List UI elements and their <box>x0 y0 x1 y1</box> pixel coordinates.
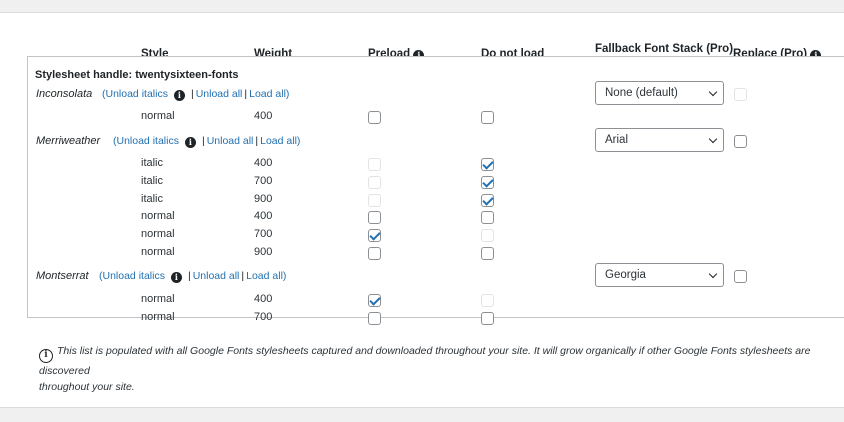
preload-checkbox <box>368 176 381 189</box>
separator: | <box>244 88 248 100</box>
preload-checkbox[interactable] <box>368 247 381 260</box>
unload-all-link[interactable]: Unload all <box>193 270 240 282</box>
replace-checkbox <box>734 88 747 101</box>
unload-all-link[interactable]: Unload all <box>207 135 254 147</box>
info-icon[interactable]: i <box>170 272 182 283</box>
preload-checkbox[interactable] <box>368 312 381 325</box>
separator: | <box>241 270 245 282</box>
note-line-1: This list is populated with all Google F… <box>39 345 811 377</box>
preload-checkbox <box>368 158 381 171</box>
do-not-load-checkbox <box>481 229 494 242</box>
stylesheet-handle: Stylesheet handle: twentysixteen-fonts <box>35 69 239 81</box>
do-not-load-checkbox[interactable] <box>481 194 494 207</box>
variant-weight: 700 <box>254 311 273 323</box>
separator: | <box>190 88 194 100</box>
chevron-down-icon <box>708 87 718 97</box>
variant-style: normal <box>141 228 175 240</box>
preload-checkbox[interactable] <box>368 211 381 224</box>
fallback-font-value: None (default) <box>605 87 678 99</box>
do-not-load-checkbox <box>481 294 494 307</box>
fallback-font-select[interactable]: Georgia <box>595 263 724 287</box>
replace-checkbox[interactable] <box>734 135 747 148</box>
font-family-name: Montserrat <box>36 270 89 282</box>
preload-checkbox[interactable] <box>368 229 381 242</box>
variant-style: normal <box>141 210 175 222</box>
unload-italics-link[interactable]: (Unload italics <box>113 135 179 147</box>
variant-weight: 900 <box>254 246 273 258</box>
variant-weight: 400 <box>254 210 273 222</box>
font-actions: (Unload italics i | Unload all | Load all) <box>102 88 289 101</box>
variant-style: normal <box>141 311 175 323</box>
do-not-load-checkbox[interactable] <box>481 211 494 224</box>
load-all-link[interactable]: Load all) <box>260 135 300 147</box>
preload-checkbox <box>368 194 381 207</box>
fallback-font-select[interactable]: None (default) <box>595 81 724 105</box>
variant-weight: 400 <box>254 157 273 169</box>
info-note: i This list is populated with all Google … <box>39 343 839 395</box>
do-not-load-checkbox[interactable] <box>481 247 494 260</box>
variant-weight: 400 <box>254 110 273 122</box>
variant-weight: 700 <box>254 228 273 240</box>
note-line-2: throughout your site. <box>39 381 135 393</box>
preload-checkbox[interactable] <box>368 294 381 307</box>
variant-style: normal <box>141 293 175 305</box>
do-not-load-checkbox[interactable] <box>481 176 494 189</box>
variant-style: normal <box>141 246 175 258</box>
chevron-down-icon <box>708 134 718 144</box>
preload-checkbox[interactable] <box>368 111 381 124</box>
font-actions: (Unload italics i | Unload all | Load all) <box>113 135 300 148</box>
variant-weight: 900 <box>254 193 273 205</box>
variant-style: italic <box>141 175 164 187</box>
separator: | <box>201 135 205 147</box>
unload-italics-link[interactable]: (Unload italics <box>102 88 168 100</box>
variant-weight: 700 <box>254 175 273 187</box>
load-all-link[interactable]: Load all) <box>246 270 286 282</box>
replace-checkbox[interactable] <box>734 270 747 283</box>
font-family-name: Merriweather <box>36 135 101 147</box>
chevron-down-icon <box>708 269 718 279</box>
do-not-load-checkbox[interactable] <box>481 158 494 171</box>
fallback-font-select[interactable]: Arial <box>595 128 724 152</box>
info-icon[interactable]: i <box>173 90 185 101</box>
variant-weight: 400 <box>254 293 273 305</box>
info-icon: i <box>39 349 53 363</box>
fallback-font-value: Arial <box>605 134 629 146</box>
variant-style: italic <box>141 193 164 205</box>
separator: | <box>187 270 191 282</box>
separator: | <box>255 135 259 147</box>
unload-italics-link[interactable]: (Unload italics <box>99 270 165 282</box>
do-not-load-checkbox[interactable] <box>481 312 494 325</box>
info-icon[interactable]: i <box>184 137 196 148</box>
load-all-link[interactable]: Load all) <box>249 88 289 100</box>
do-not-load-checkbox[interactable] <box>481 111 494 124</box>
font-family-name: Inconsolata <box>36 88 93 100</box>
unload-all-link[interactable]: Unload all <box>196 88 243 100</box>
header-fallback-label: Fallback Font Stack (Pro) <box>595 43 734 55</box>
fallback-font-value: Georgia <box>605 269 646 281</box>
variant-style: italic <box>141 157 164 169</box>
variant-style: normal <box>141 110 175 122</box>
font-actions: (Unload italics i | Unload all | Load all) <box>99 270 286 283</box>
